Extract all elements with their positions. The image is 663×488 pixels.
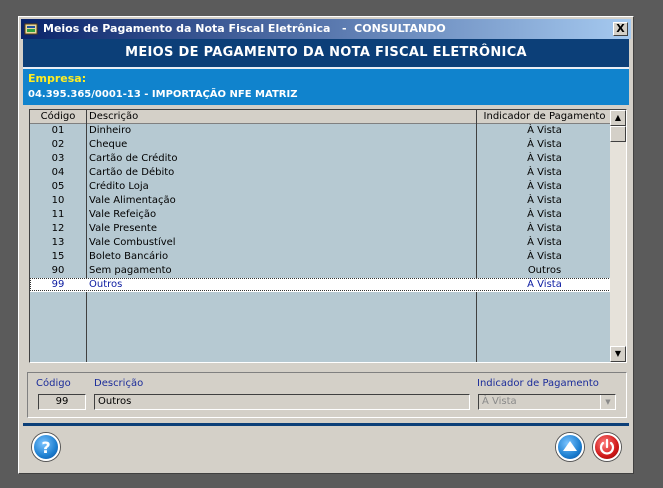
table-row[interactable]: 13 Vale Combustível À Vista (30, 236, 611, 250)
cell-indicador: À Vista (527, 209, 562, 220)
cell-indicador: À Vista (527, 125, 562, 136)
cell-codigo: 12 (51, 223, 65, 234)
cell-indicador: À Vista (527, 251, 562, 262)
column-header-codigo[interactable]: Código (30, 110, 86, 123)
chevron-down-icon[interactable]: ▼ (600, 395, 615, 409)
grid-header: Código Descrição Indicador de Pagamento (30, 110, 611, 124)
window-title: Meios de Pagamento da Nota Fiscal Eletrô… (43, 22, 446, 35)
cell-indicador: À Vista (527, 181, 562, 192)
table-row[interactable]: 03 Cartão de Crédito À Vista (30, 152, 611, 166)
table-row[interactable]: 04 Cartão de Débito À Vista (30, 166, 611, 180)
app-icon (24, 23, 38, 35)
move-up-button[interactable] (556, 433, 584, 461)
payment-methods-grid[interactable]: Código Descrição Indicador de Pagamento … (29, 109, 627, 363)
indicador-select[interactable]: À Vista ▼ (478, 394, 616, 410)
title-bar[interactable]: Meios de Pagamento da Nota Fiscal Eletrô… (21, 19, 631, 39)
empresa-label: Empresa: (28, 72, 87, 85)
power-icon (599, 438, 615, 455)
cell-codigo: 05 (51, 181, 65, 192)
cell-codigo: 13 (51, 237, 65, 248)
cell-indicador: À Vista (527, 153, 562, 164)
cell-indicador: À Vista (527, 223, 562, 234)
cell-descricao: Crédito Loja (89, 181, 149, 192)
cell-codigo: 15 (51, 251, 65, 262)
scroll-down-arrow-icon[interactable]: ▼ (610, 346, 626, 362)
cell-descricao: Cartão de Débito (89, 167, 175, 178)
cell-indicador: À Vista (527, 237, 562, 248)
table-row[interactable]: 01 Dinheiro À Vista (30, 124, 611, 138)
cell-codigo: 04 (51, 167, 65, 178)
help-button[interactable]: ? (32, 433, 60, 461)
svg-text:?: ? (41, 438, 50, 457)
cell-codigo: 99 (51, 279, 65, 290)
empresa-value: 04.395.365/0001-13 - IMPORTAÇÃO NFE MATR… (28, 89, 298, 100)
cell-codigo: 10 (51, 195, 65, 206)
cell-indicador: À Vista (527, 195, 562, 206)
cell-descricao: Vale Presente (89, 223, 157, 234)
table-row[interactable]: 99 Outros À Vista (30, 278, 611, 292)
page-title: MEIOS DE PAGAMENTO DA NOTA FISCAL ELETRÔ… (23, 39, 629, 69)
table-row[interactable]: 12 Vale Presente À Vista (30, 222, 611, 236)
bottom-divider (23, 423, 629, 426)
table-row[interactable]: 05 Crédito Loja À Vista (30, 180, 611, 194)
cell-descricao: Dinheiro (89, 125, 132, 136)
detail-codigo-label: Código (36, 378, 71, 389)
column-header-indicador[interactable]: Indicador de Pagamento (478, 110, 611, 123)
grid-rows: 01 Dinheiro À Vista 02 Cheque À Vista 03 Cartão… (30, 124, 611, 292)
table-row[interactable]: 90 Sem pagamento Outros (30, 264, 611, 278)
table-row[interactable]: 02 Cheque À Vista (30, 138, 611, 152)
cell-descricao: Cartão de Crédito (89, 153, 178, 164)
detail-panel: Código Descrição Indicador de Pagamento … (27, 372, 627, 418)
descricao-field[interactable]: Outros (94, 394, 470, 410)
close-button[interactable]: X (613, 22, 628, 36)
cell-descricao: Boleto Bancário (89, 251, 169, 262)
exit-button[interactable] (593, 433, 621, 461)
vertical-scrollbar[interactable]: ▲ ▼ (610, 110, 626, 362)
cell-indicador: À Vista (527, 279, 562, 290)
empresa-panel: Empresa: 04.395.365/0001-13 - IMPORTAÇÃO… (23, 69, 629, 105)
cell-descricao: Cheque (89, 139, 128, 150)
up-arrow-icon (563, 441, 577, 451)
question-mark-icon: ? (41, 438, 50, 457)
cell-indicador: À Vista (527, 167, 562, 178)
cell-descricao: Vale Alimentação (89, 195, 176, 206)
cell-descricao: Outros (89, 279, 123, 290)
detail-descricao-label: Descrição (94, 378, 144, 389)
detail-indicador-label: Indicador de Pagamento (477, 378, 599, 389)
cell-codigo: 90 (51, 265, 65, 276)
cell-indicador: À Vista (527, 139, 562, 150)
cell-indicador: Outros (527, 265, 562, 276)
scroll-up-arrow-icon[interactable]: ▲ (610, 110, 626, 126)
codigo-field[interactable]: 99 (38, 394, 86, 410)
scroll-thumb[interactable] (610, 126, 626, 142)
main-window: Meios de Pagamento da Nota Fiscal Eletrô… (18, 16, 634, 474)
cell-codigo: 01 (51, 125, 65, 136)
cell-descricao: Vale Refeição (89, 209, 157, 220)
indicador-select-value: À Vista (482, 396, 517, 407)
cell-codigo: 02 (51, 139, 65, 150)
table-row[interactable]: 11 Vale Refeição À Vista (30, 208, 611, 222)
cell-descricao: Vale Combustível (89, 237, 176, 248)
table-row[interactable]: 15 Boleto Bancário À Vista (30, 250, 611, 264)
cell-codigo: 03 (51, 153, 65, 164)
cell-descricao: Sem pagamento (89, 265, 172, 276)
cell-codigo: 11 (51, 209, 65, 220)
table-row[interactable]: 10 Vale Alimentação À Vista (30, 194, 611, 208)
column-header-descricao[interactable]: Descrição (89, 110, 138, 123)
